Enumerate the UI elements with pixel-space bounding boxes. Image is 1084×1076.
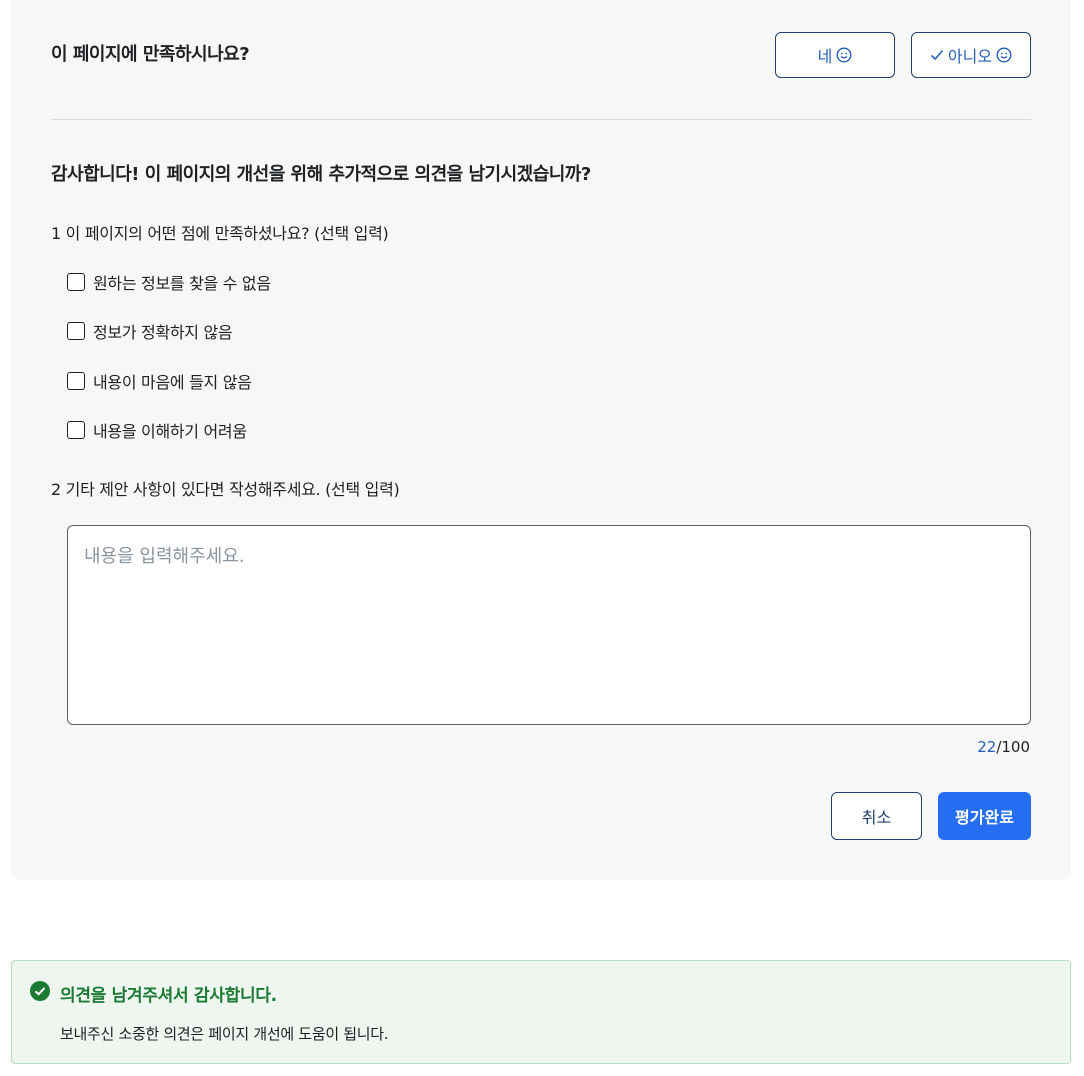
question-2-label: 2 기타 제안 사항이 있다면 작성해주세요. (선택 입력) bbox=[51, 480, 400, 499]
cancel-button[interactable]: 취소 bbox=[831, 792, 922, 840]
suggestion-textarea[interactable] bbox=[67, 525, 1031, 725]
option-label: 정보가 정확하지 않음 bbox=[93, 323, 233, 342]
option-checkbox[interactable]: 정보가 정확하지 않음 bbox=[67, 320, 233, 342]
check-circle-icon bbox=[30, 981, 50, 1001]
smile-icon bbox=[996, 47, 1012, 63]
option-checkbox[interactable]: 내용이 마음에 들지 않음 bbox=[67, 370, 252, 392]
option-label: 원하는 정보를 찾을 수 없음 bbox=[93, 274, 271, 293]
check-icon bbox=[930, 49, 944, 61]
checkbox[interactable] bbox=[67, 421, 85, 439]
char-counter: 22/100 bbox=[977, 738, 1030, 756]
feedback-prompt: 감사합니다! 이 페이지의 개선을 위해 추가적으로 의견을 남기시겠습니까? bbox=[51, 164, 591, 185]
smile-icon bbox=[836, 47, 852, 63]
no-label: 아니오 bbox=[947, 47, 993, 66]
char-max: /100 bbox=[996, 738, 1030, 756]
checkbox[interactable] bbox=[67, 372, 85, 390]
question-1-label: 1 이 페이지의 어떤 점에 만족하셨나요? (선택 입력) bbox=[51, 224, 389, 243]
option-checkbox[interactable]: 내용을 이해하기 어려움 bbox=[67, 419, 247, 441]
divider bbox=[51, 119, 1031, 120]
yes-label: 네 bbox=[817, 47, 833, 66]
no-button[interactable]: 아니오 bbox=[911, 32, 1031, 78]
checkbox[interactable] bbox=[67, 322, 85, 340]
option-label: 내용을 이해하기 어려움 bbox=[93, 422, 247, 441]
satisfaction-survey-panel: 이 페이지에 만족하시나요? 네 아니오 감사합니다! 이 페이지의 개선을 위… bbox=[11, 0, 1071, 880]
option-label: 내용이 마음에 들지 않음 bbox=[93, 373, 252, 392]
char-count: 22 bbox=[977, 738, 997, 756]
yes-button[interactable]: 네 bbox=[775, 32, 895, 78]
success-alert: 의견을 남겨주셔서 감사합니다. 보내주신 소중한 의견은 페이지 개선에 도움… bbox=[11, 960, 1071, 1064]
survey-question: 이 페이지에 만족하시나요? bbox=[51, 44, 250, 65]
submit-button[interactable]: 평가완료 bbox=[938, 792, 1031, 840]
option-checkbox[interactable]: 원하는 정보를 찾을 수 없음 bbox=[67, 271, 271, 293]
alert-title: 의견을 남겨주셔서 감사합니다. bbox=[60, 986, 277, 1006]
alert-body: 보내주신 소중한 의견은 페이지 개선에 도움이 됩니다. bbox=[60, 1025, 389, 1043]
checkbox[interactable] bbox=[67, 273, 85, 291]
